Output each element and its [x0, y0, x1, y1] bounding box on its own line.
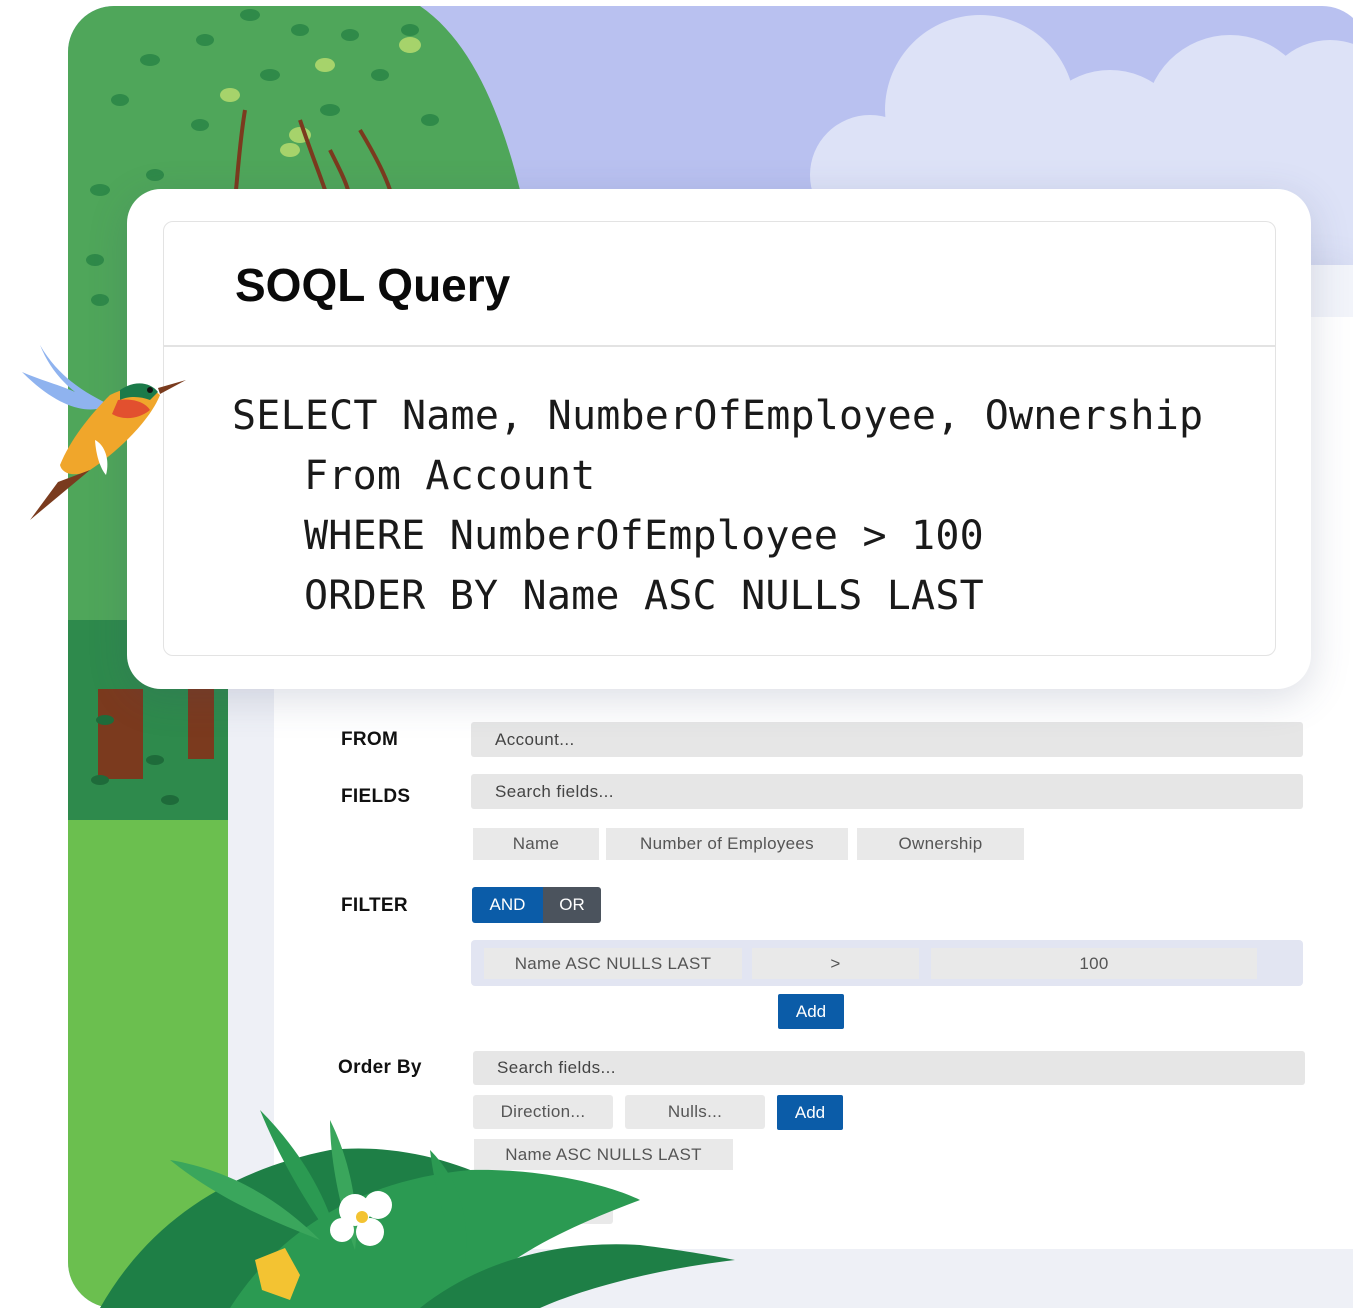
order-by-chip[interactable]: Name ASC NULLS LAST	[474, 1139, 733, 1170]
code-line-from: From Account	[304, 453, 596, 499]
field-chip-name[interactable]: Name	[473, 828, 599, 860]
filter-add-button[interactable]: Add	[778, 994, 844, 1029]
code-line-select: SELECT Name, NumberOfEmployee, Ownership	[232, 393, 1204, 439]
and-toggle-button[interactable]: AND	[472, 887, 543, 923]
or-toggle-button[interactable]: OR	[543, 887, 601, 923]
card-title: SOQL Query	[235, 259, 511, 311]
order-by-search-input[interactable]: Search fields...	[473, 1051, 1305, 1085]
direction-select[interactable]: Direction...	[473, 1095, 613, 1129]
field-chip-number-of-employees[interactable]: Number of Employees	[606, 828, 848, 860]
from-label: FROM	[341, 729, 399, 750]
filter-field-select[interactable]: Name ASC NULLS LAST	[484, 948, 742, 979]
field-chip-ownership[interactable]: Ownership	[857, 828, 1024, 860]
fields-search-input[interactable]: Search fields...	[471, 774, 1303, 809]
nulls-select[interactable]: Nulls...	[625, 1095, 765, 1129]
code-line-where: WHERE NumberOfEmployee > 100	[304, 513, 984, 559]
panel-footer-strip	[272, 1249, 1353, 1308]
panel-side-gutter	[228, 655, 274, 1308]
code-line-order-by: ORDER BY Name ASC NULLS LAST	[304, 573, 984, 619]
filter-operator-select[interactable]: >	[752, 948, 919, 979]
order-by-add-button[interactable]: Add	[777, 1095, 843, 1130]
from-input[interactable]: Account...	[471, 722, 1303, 757]
card-divider	[163, 345, 1276, 347]
order-by-partial-field[interactable]: ...	[474, 1190, 613, 1224]
and-or-toggle[interactable]: AND OR	[472, 887, 601, 923]
scene: FROM Account... FIELDS Search fields... …	[0, 0, 1353, 1308]
filter-label: FILTER	[341, 895, 408, 916]
fields-label: FIELDS	[341, 786, 411, 807]
order-by-label: Order By	[338, 1057, 422, 1078]
filter-value-input[interactable]: 100	[931, 948, 1257, 979]
